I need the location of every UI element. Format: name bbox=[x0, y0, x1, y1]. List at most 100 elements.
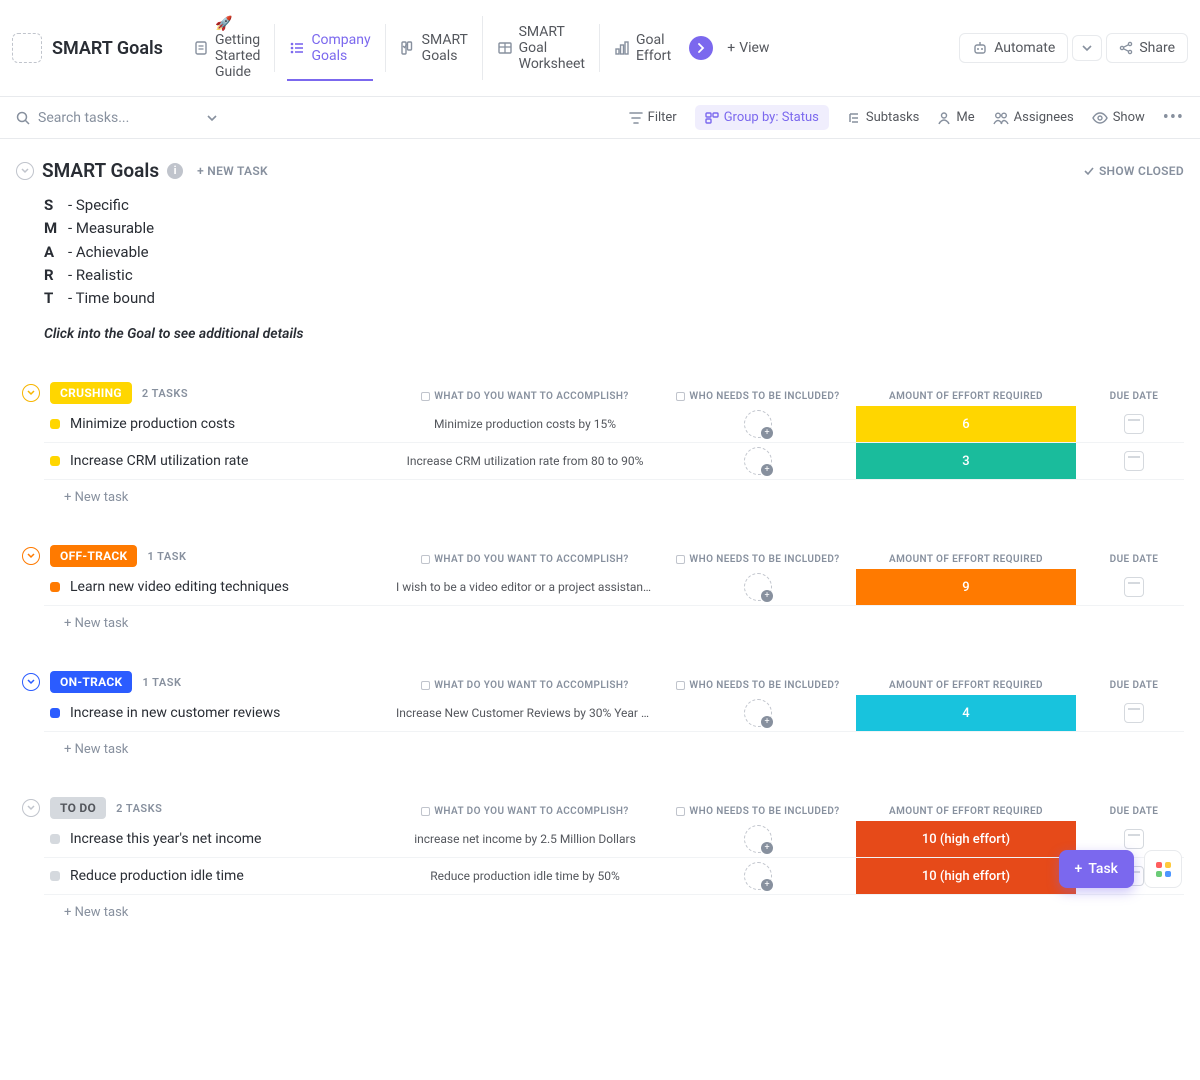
robot-icon bbox=[972, 40, 988, 56]
task-name: Increase in new customer reviews bbox=[70, 705, 280, 721]
board-icon bbox=[400, 40, 416, 56]
task-description: increase net income by 2.5 Million Dolla… bbox=[390, 832, 660, 846]
share-button[interactable]: Share bbox=[1106, 33, 1188, 63]
tab-company-goals[interactable]: Company Goals bbox=[274, 24, 384, 72]
collapse-list-button[interactable] bbox=[16, 162, 34, 180]
add-assignee-button[interactable] bbox=[744, 825, 772, 853]
automate-dropdown[interactable] bbox=[1072, 35, 1102, 61]
due-date-button[interactable] bbox=[1124, 829, 1144, 849]
plus-icon: + bbox=[727, 40, 735, 56]
task-name: Reduce production idle time bbox=[70, 868, 244, 884]
apps-fab[interactable] bbox=[1144, 850, 1182, 888]
status-group: ON-TRACK 1 TASK WHAT DO YOU WANT TO ACCO… bbox=[16, 671, 1184, 757]
status-square-icon bbox=[50, 834, 60, 844]
task-description: Reduce production idle time by 50% bbox=[390, 869, 660, 883]
groupby-button[interactable]: Group by: Status bbox=[695, 105, 829, 130]
table-icon bbox=[497, 40, 513, 56]
create-task-fab[interactable]: + Task bbox=[1059, 850, 1134, 888]
status-pill[interactable]: OFF-TRACK bbox=[50, 545, 137, 567]
effort-value[interactable]: 6 bbox=[856, 406, 1076, 442]
add-assignee-button[interactable] bbox=[744, 447, 772, 475]
task-row[interactable]: Increase in new customer reviews Increas… bbox=[44, 695, 1184, 732]
task-description: I wish to be a video editor or a project… bbox=[390, 580, 660, 594]
task-row[interactable]: Reduce production idle time Reduce produ… bbox=[44, 858, 1184, 895]
col-included: WHO NEEDS TO BE INCLUDED? bbox=[689, 806, 839, 817]
show-button[interactable]: Show bbox=[1092, 110, 1145, 125]
collapse-group-button[interactable] bbox=[22, 384, 40, 402]
automate-button[interactable]: Automate bbox=[959, 33, 1068, 63]
task-name: Increase this year's net income bbox=[70, 831, 261, 847]
tab--getting-started-guide[interactable]: 🚀 Getting Started Guide bbox=[179, 8, 275, 88]
col-due: DUE DATE bbox=[1110, 391, 1159, 402]
info-icon[interactable]: i bbox=[167, 163, 183, 179]
tab-smart-goal-worksheet[interactable]: SMART Goal Worksheet bbox=[482, 16, 599, 80]
add-assignee-button[interactable] bbox=[744, 410, 772, 438]
chevron-down-icon[interactable] bbox=[206, 112, 218, 124]
task-count: 2 TASKS bbox=[116, 802, 162, 815]
folder-icon[interactable] bbox=[12, 33, 42, 63]
show-closed-button[interactable]: SHOW CLOSED bbox=[1083, 164, 1184, 178]
col-included: WHO NEEDS TO BE INCLUDED? bbox=[689, 391, 839, 402]
effort-value[interactable]: 10 (high effort) bbox=[856, 821, 1076, 857]
task-row[interactable]: Increase this year's net income increase… bbox=[44, 821, 1184, 858]
check-icon bbox=[1083, 165, 1095, 177]
task-count: 2 TASKS bbox=[142, 387, 188, 400]
new-task-button[interactable]: + NEW TASK bbox=[197, 164, 268, 178]
hint-text: Click into the Goal to see additional de… bbox=[16, 326, 1184, 342]
search-box[interactable] bbox=[16, 110, 218, 126]
new-task-row[interactable]: + New task bbox=[44, 732, 1184, 757]
collapse-group-button[interactable] bbox=[22, 673, 40, 691]
status-pill[interactable]: TO DO bbox=[50, 797, 106, 819]
effort-value[interactable]: 9 bbox=[856, 569, 1076, 605]
tab-goal-effort[interactable]: Goal Effort bbox=[599, 24, 685, 72]
list-title: SMART Goals bbox=[42, 159, 159, 182]
tab-smart-goals[interactable]: SMART Goals bbox=[385, 24, 482, 72]
status-pill[interactable]: ON-TRACK bbox=[50, 671, 132, 693]
add-assignee-button[interactable] bbox=[744, 699, 772, 727]
effort-value[interactable]: 4 bbox=[856, 695, 1076, 731]
task-name: Learn new video editing techniques bbox=[70, 579, 289, 595]
view-tabs: 🚀 Getting Started GuideCompany GoalsSMAR… bbox=[179, 8, 685, 88]
task-count: 1 TASK bbox=[147, 550, 186, 563]
new-task-row[interactable]: + New task bbox=[44, 895, 1184, 920]
collapse-group-button[interactable] bbox=[22, 799, 40, 817]
task-description: Minimize production costs by 15% bbox=[390, 417, 660, 431]
due-date-button[interactable] bbox=[1124, 577, 1144, 597]
chevron-down-icon bbox=[1081, 42, 1093, 54]
expand-views-button[interactable] bbox=[689, 36, 713, 60]
status-square-icon bbox=[50, 582, 60, 592]
more-button[interactable]: ••• bbox=[1163, 107, 1184, 128]
col-due: DUE DATE bbox=[1110, 806, 1159, 817]
status-pill[interactable]: CRUSHING bbox=[50, 382, 132, 404]
share-icon bbox=[1119, 41, 1133, 55]
effort-value[interactable]: 3 bbox=[856, 443, 1076, 479]
due-date-button[interactable] bbox=[1124, 414, 1144, 434]
list-icon bbox=[289, 40, 305, 56]
task-row[interactable]: Learn new video editing techniques I wis… bbox=[44, 569, 1184, 606]
new-task-row[interactable]: + New task bbox=[44, 480, 1184, 505]
status-group: TO DO 2 TASKS WHAT DO YOU WANT TO ACCOMP… bbox=[16, 797, 1184, 920]
person-icon bbox=[937, 111, 951, 125]
new-task-row[interactable]: + New task bbox=[44, 606, 1184, 631]
smart-desc-row: M- Measurable bbox=[44, 217, 1184, 240]
search-input[interactable] bbox=[38, 110, 198, 126]
effort-value[interactable]: 10 (high effort) bbox=[856, 858, 1076, 894]
task-row[interactable]: Minimize production costs Minimize produ… bbox=[44, 406, 1184, 443]
subtasks-button[interactable]: Subtasks bbox=[847, 110, 920, 125]
assignees-button[interactable]: Assignees bbox=[993, 110, 1074, 125]
status-group: OFF-TRACK 1 TASK WHAT DO YOU WANT TO ACC… bbox=[16, 545, 1184, 631]
search-icon bbox=[16, 111, 30, 125]
smart-desc-row: R- Realistic bbox=[44, 264, 1184, 287]
collapse-group-button[interactable] bbox=[22, 547, 40, 565]
smart-desc-row: A- Achievable bbox=[44, 241, 1184, 264]
due-date-button[interactable] bbox=[1124, 703, 1144, 723]
add-assignee-button[interactable] bbox=[744, 573, 772, 601]
filter-button[interactable]: Filter bbox=[629, 110, 677, 125]
me-button[interactable]: Me bbox=[937, 110, 974, 125]
add-assignee-button[interactable] bbox=[744, 862, 772, 890]
task-row[interactable]: Increase CRM utilization rate Increase C… bbox=[44, 443, 1184, 480]
status-square-icon bbox=[50, 871, 60, 881]
due-date-button[interactable] bbox=[1124, 451, 1144, 471]
add-view-button[interactable]: + View bbox=[717, 34, 779, 62]
people-icon bbox=[993, 111, 1009, 125]
